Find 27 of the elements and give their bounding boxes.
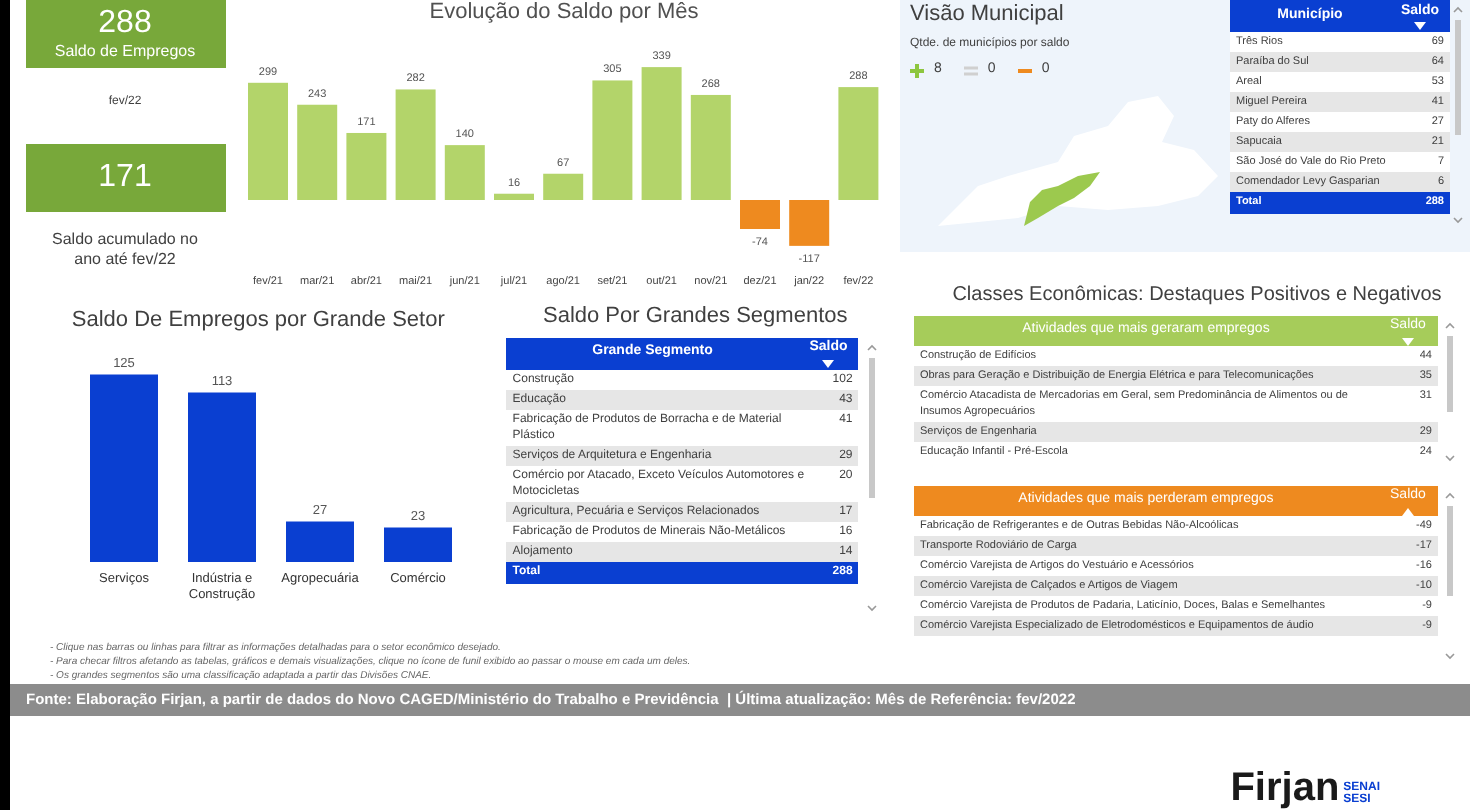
- chart-bar: [394, 89, 435, 200]
- chart-bar: [739, 200, 779, 229]
- chart-bar: [384, 526, 453, 561]
- chart-title: Evolução do Saldo por Mês: [429, 0, 699, 24]
- chart-bar: [443, 145, 484, 200]
- table-title: Saldo Por Grandes Segmentos: [540, 302, 850, 332]
- chart-bar: [837, 87, 878, 200]
- chart-bar: [788, 200, 829, 246]
- minus-icon: [1017, 63, 1032, 78]
- chart-bar: [493, 193, 533, 200]
- equals-icon: [963, 63, 978, 78]
- kpi-caption: Saldo acumulado no ano até fev/22: [50, 230, 200, 270]
- chart-bar: [286, 520, 355, 561]
- chart-bar: [591, 80, 632, 200]
- chart-bar: [247, 82, 287, 200]
- panel-title: Visão Municipal: [910, 2, 1066, 26]
- kpi-value: 171: [98, 158, 152, 198]
- kpi-label: Saldo de Empregos: [54, 42, 196, 62]
- table-title: Classes Econômicas: Destaques Positivos e Negativos: [950, 282, 1444, 310]
- chart-bar: [640, 67, 681, 200]
- chart-bar: [296, 104, 337, 200]
- plus-icon: [910, 63, 924, 78]
- chart-title: Saldo De Empregos por Grande Setor: [71, 306, 445, 336]
- kpi-value: 288: [98, 6, 152, 42]
- chart-bar: [542, 173, 583, 200]
- chart-bar: [345, 132, 386, 200]
- chart-bar: [689, 94, 730, 200]
